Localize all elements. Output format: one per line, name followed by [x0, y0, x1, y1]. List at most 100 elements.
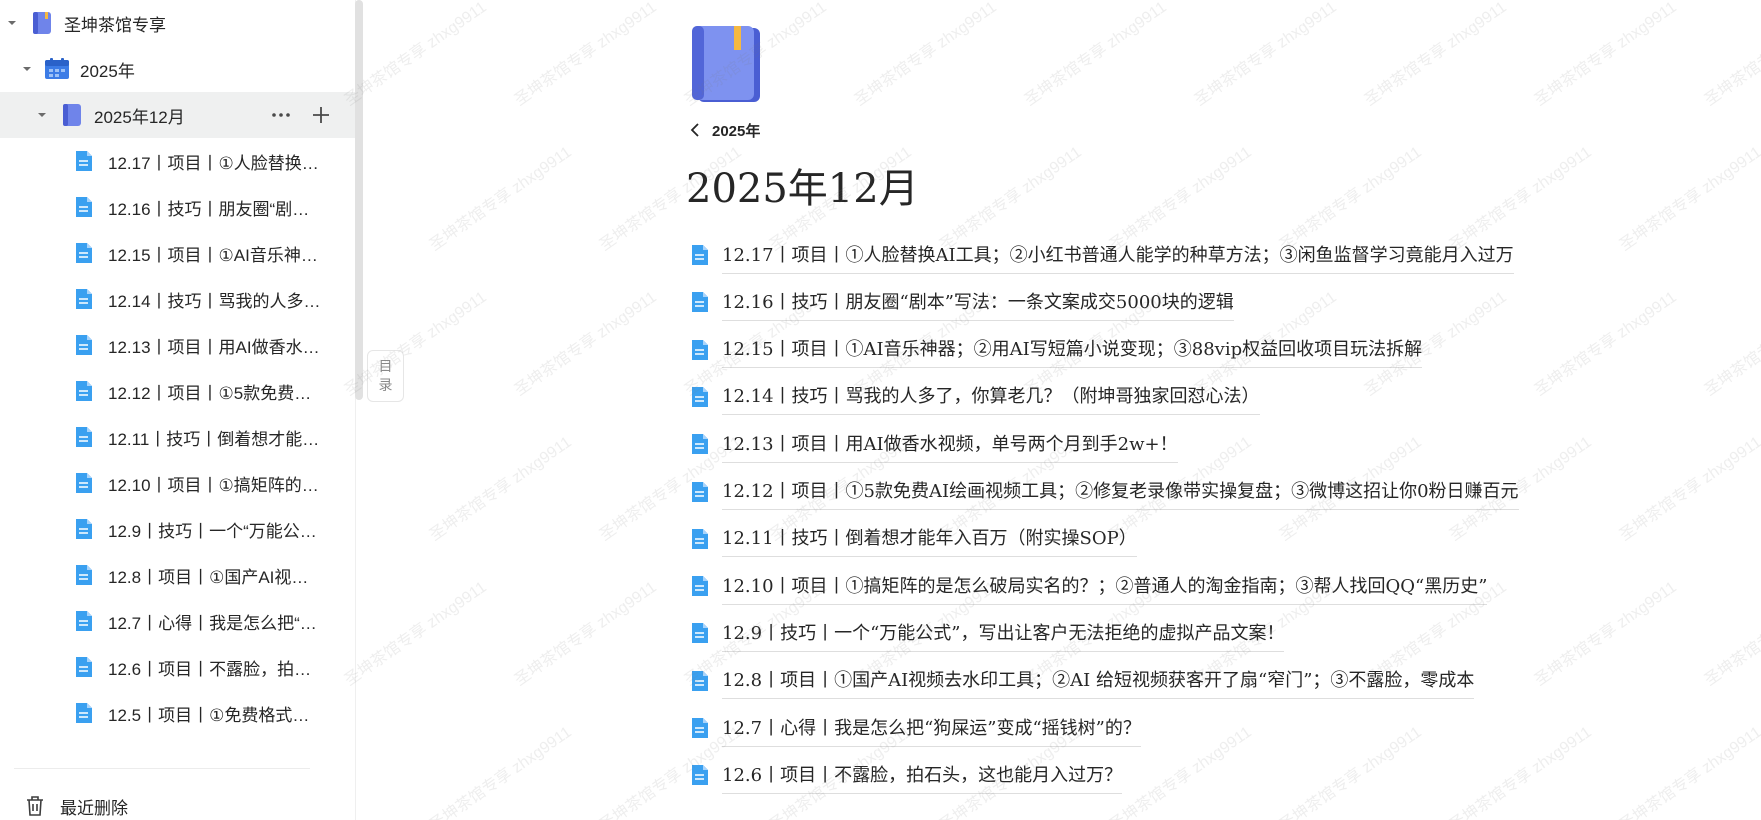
sidebar-doc-item[interactable]: 12.13丨项目丨用AI做香水视频，单号两个月到手2w+！ — [0, 322, 356, 368]
document-title-link[interactable]: 12.7丨心得丨我是怎么把“狗屎运”变成“摇钱树”的？ — [722, 708, 1141, 747]
document-icon — [690, 481, 710, 502]
watermark-text: 圣坤茶馆专享 zhxg9911 — [1531, 578, 1680, 690]
watermark-text: 圣坤茶馆专享 zhxg9911 — [1616, 143, 1761, 255]
sidebar-doc-item[interactable]: 12.12丨项目丨①5款免费AI绘画视频工具；②修复老录像带实操复盘；③微博这招… — [0, 368, 356, 414]
sidebar-doc-label: 12.16丨技巧丨朋友圈“剧本”写法：一条文案成交5000块的逻辑 — [108, 199, 321, 219]
sidebar-doc-item[interactable]: 12.7丨心得丨我是怎么把“狗屎运”变成“摇钱树”的？ — [0, 598, 356, 644]
document-icon — [74, 380, 94, 402]
document-list-item[interactable]: 12.6丨项目丨不露脸，拍石头，这也能月入过万？ — [690, 754, 1123, 794]
sidebar-doc-item[interactable]: 12.16丨技巧丨朋友圈“剧本”写法：一条文案成交5000块的逻辑 — [0, 184, 356, 230]
book-cover-icon — [690, 26, 762, 104]
document-list-item[interactable]: 12.10丨项目丨①搞矩阵的是怎么破局实名的？；②普通人的淘金指南；③帮人找回Q… — [690, 565, 1488, 605]
document-list-item[interactable]: 12.17丨项目丨①人脸替换AI工具；②小红书普通人能学的种草方法；③闲鱼监督学… — [690, 234, 1514, 274]
sidebar-doc-label: 12.10丨项目丨①搞矩阵的是怎么破局实名的？；②普通人的淘金指南；③帮人找回Q… — [108, 475, 321, 495]
document-title-link[interactable]: 12.17丨项目丨①人脸替换AI工具；②小红书普通人能学的种草方法；③闲鱼监督学… — [722, 235, 1514, 274]
back-link[interactable]: 2025年 — [690, 118, 760, 142]
sidebar-doc-item[interactable]: 12.8丨项目丨①国产AI视频去水印工具；②AI 给短视频获客开了扇“窄门”；③… — [0, 552, 356, 598]
caret-down-icon[interactable] — [35, 108, 49, 122]
caret-down-icon[interactable] — [5, 16, 19, 30]
document-title-link[interactable]: 12.8丨项目丨①国产AI视频去水印工具；②AI 给短视频获客开了扇“窄门”；③… — [722, 660, 1475, 700]
sidebar-doc-label: 12.12丨项目丨①5款免费AI绘画视频工具；②修复老录像带实操复盘；③微博这招… — [108, 383, 321, 403]
tree-item-root[interactable]: 圣坤茶馆专享 — [0, 0, 356, 46]
tree-item-month[interactable]: 2025年12月 — [0, 92, 356, 138]
document-icon — [74, 518, 94, 540]
sidebar-divider — [14, 768, 310, 769]
sidebar-doc-item[interactable]: 12.5丨项目丨①免费格式转换工具 — [0, 690, 356, 736]
document-title-link[interactable]: 12.14丨技巧丨骂我的人多了，你算老几？（附坤哥独家回怼心法） — [722, 376, 1260, 416]
document-list-item[interactable]: 12.14丨技巧丨骂我的人多了，你算老几？（附坤哥独家回怼心法） — [690, 376, 1260, 416]
document-icon — [690, 764, 710, 786]
document-icon — [690, 575, 710, 597]
document-icon — [690, 244, 710, 265]
document-title-link[interactable]: 12.12丨项目丨①5款免费AI绘画视频工具；②修复老录像带实操复盘；③微博这招… — [722, 471, 1519, 510]
document-icon — [74, 334, 94, 356]
trash-item[interactable]: 最近删除 — [0, 786, 128, 820]
tree-item-year[interactable]: 2025年 — [0, 46, 356, 92]
sidebar-doc-label: 12.8丨项目丨①国产AI视频去水印工具；②AI 给短视频获客开了扇“窄门”；③… — [108, 567, 321, 587]
toc-label-1: 目 — [378, 358, 393, 374]
document-title-link[interactable]: 12.13丨项目丨用AI做香水视频，单号两个月到手2w+！ — [722, 424, 1178, 463]
sidebar-doc-label: 12.17丨项目丨①人脸替换AI工具；②小红书普通人能学的种草方法；③闲鱼监督学… — [108, 153, 321, 173]
document-icon — [690, 291, 710, 313]
back-label: 2025年 — [712, 122, 761, 140]
plus-icon[interactable] — [308, 102, 334, 128]
trash-icon — [25, 795, 45, 817]
watermark-text: 圣坤茶馆专享 zhxg9911 — [1276, 723, 1425, 820]
trash-label: 最近删除 — [60, 798, 128, 818]
document-icon — [690, 528, 710, 549]
more-dots-icon[interactable] — [268, 102, 294, 128]
sidebar: 圣坤茶馆专享 2025年 2025年12月 12.17丨项目丨①人脸替换AI 1… — [0, 0, 363, 820]
document-title-link[interactable]: 12.9丨技巧丨一个“万能公式”，写出让客户无法拒绝的虚拟产品文案！ — [722, 613, 1285, 652]
watermark-text: 圣坤茶馆专享 zhxg9911 — [511, 578, 660, 690]
document-list-item[interactable]: 12.16丨技巧丨朋友圈“剧本”写法：一条文案成交5000块的逻辑 — [690, 281, 1234, 321]
sidebar-doc-item[interactable]: 12.9丨技巧丨一个“万能公式”，写出让客户无法拒绝的虚拟产品文案！ — [0, 506, 356, 552]
document-title-link[interactable]: 12.6丨项目丨不露脸，拍石头，这也能月入过万？ — [722, 755, 1123, 794]
sidebar-tree: 圣坤茶馆专享 2025年 2025年12月 12.17丨项目丨①人脸替换AI 1… — [0, 0, 356, 768]
document-list-item[interactable]: 12.15丨项目丨①AI音乐神器；②用AI写短篇小说变现；③88vip权益回收项… — [690, 329, 1423, 369]
chevron-left-icon — [690, 122, 700, 138]
document-list-item[interactable]: 12.12丨项目丨①5款免费AI绘画视频工具；②修复老录像带实操复盘；③微博这招… — [690, 471, 1519, 511]
sidebar-doc-item[interactable]: 12.15丨项目丨①AI音乐神器；②用AI写短篇小说变现；③88vip权益回收项… — [0, 230, 356, 276]
document-list-item[interactable]: 12.8丨项目丨①国产AI视频去水印工具；②AI 给短视频获客开了扇“窄门”；③… — [690, 660, 1475, 700]
document-icon — [74, 150, 94, 172]
sidebar-doc-item[interactable]: 12.11丨技巧丨倒着想才能年入百万（附实操SOP） — [0, 414, 356, 460]
sidebar-doc-label: 12.13丨项目丨用AI做香水视频，单号两个月到手2w+！ — [108, 337, 321, 357]
sidebar-doc-item[interactable]: 12.10丨项目丨①搞矩阵的是怎么破局实名的？；②普通人的淘金指南；③帮人找回Q… — [0, 460, 356, 506]
book-icon — [31, 11, 53, 35]
tree-item-label: 圣坤茶馆专享 — [64, 15, 166, 35]
watermark-text: 圣坤茶馆专享 zhxg9911 — [511, 288, 660, 400]
document-list-item[interactable]: 12.7丨心得丨我是怎么把“狗屎运”变成“摇钱树”的？ — [690, 707, 1141, 747]
document-list-item[interactable]: 12.13丨项目丨用AI做香水视频，单号两个月到手2w+！ — [690, 423, 1178, 463]
document-title-link[interactable]: 12.16丨技巧丨朋友圈“剧本”写法：一条文案成交5000块的逻辑 — [722, 282, 1234, 321]
sidebar-scrollbar[interactable] — [355, 0, 363, 400]
watermark-text: 圣坤茶馆专享 zhxg9911 — [1531, 0, 1680, 110]
document-title-link[interactable]: 12.15丨项目丨①AI音乐神器；②用AI写短篇小说变现；③88vip权益回收项… — [722, 329, 1423, 369]
watermark-text: 圣坤茶馆专享 zhxg9911 — [1701, 579, 1761, 690]
sidebar-doc-item[interactable]: 12.17丨项目丨①人脸替换AI工具；②小红书普通人能学的种草方法；③闲鱼监督学… — [0, 138, 356, 184]
sidebar-doc-item[interactable]: 12.6丨项目丨不露脸，拍石头，这也能月入过万？ — [0, 644, 356, 690]
tree-item-label: 2025年 — [80, 61, 135, 81]
watermark-text: 圣坤茶馆专享 zhxg9911 — [1531, 288, 1680, 400]
watermark-text: 圣坤茶馆专享 zhxg9911 — [1021, 0, 1170, 110]
document-icon — [74, 610, 94, 632]
caret-down-icon[interactable] — [20, 62, 34, 76]
document-icon — [74, 196, 94, 218]
sidebar-doc-label: 12.5丨项目丨①免费格式转换工具 — [108, 705, 321, 725]
sidebar-doc-label: 12.11丨技巧丨倒着想才能年入百万（附实操SOP） — [108, 429, 321, 449]
watermark-text: 圣坤茶馆专享 zhxg9911 — [1616, 723, 1761, 820]
sidebar-doc-item[interactable]: 12.14丨技巧丨骂我的人多了，你算老几？（附坤哥独家回怼心法） — [0, 276, 356, 322]
sidebar-doc-label: 12.6丨项目丨不露脸，拍石头，这也能月入过万？ — [108, 659, 321, 679]
document-title-link[interactable]: 12.11丨技巧丨倒着想才能年入百万（附实操SOP） — [722, 518, 1137, 558]
watermark-text: 圣坤茶馆专享 zhxg9911 — [426, 143, 575, 255]
document-icon — [74, 472, 94, 494]
row-actions — [268, 92, 334, 138]
watermark-text: 圣坤茶馆专享 zhxg9911 — [1701, 0, 1761, 110]
document-icon — [74, 656, 94, 678]
document-list-item[interactable]: 12.11丨技巧丨倒着想才能年入百万（附实操SOP） — [690, 518, 1137, 558]
toc-toggle-button[interactable]: 目 录 — [367, 350, 404, 402]
document-icon — [690, 670, 710, 691]
document-title-link[interactable]: 12.10丨项目丨①搞矩阵的是怎么破局实名的？；②普通人的淘金指南；③帮人找回Q… — [722, 566, 1488, 605]
document-icon — [690, 339, 710, 360]
watermark-text: 圣坤茶馆专享 zhxg9911 — [511, 0, 660, 110]
document-list-item[interactable]: 12.9丨技巧丨一个“万能公式”，写出让客户无法拒绝的虚拟产品文案！ — [690, 612, 1285, 652]
